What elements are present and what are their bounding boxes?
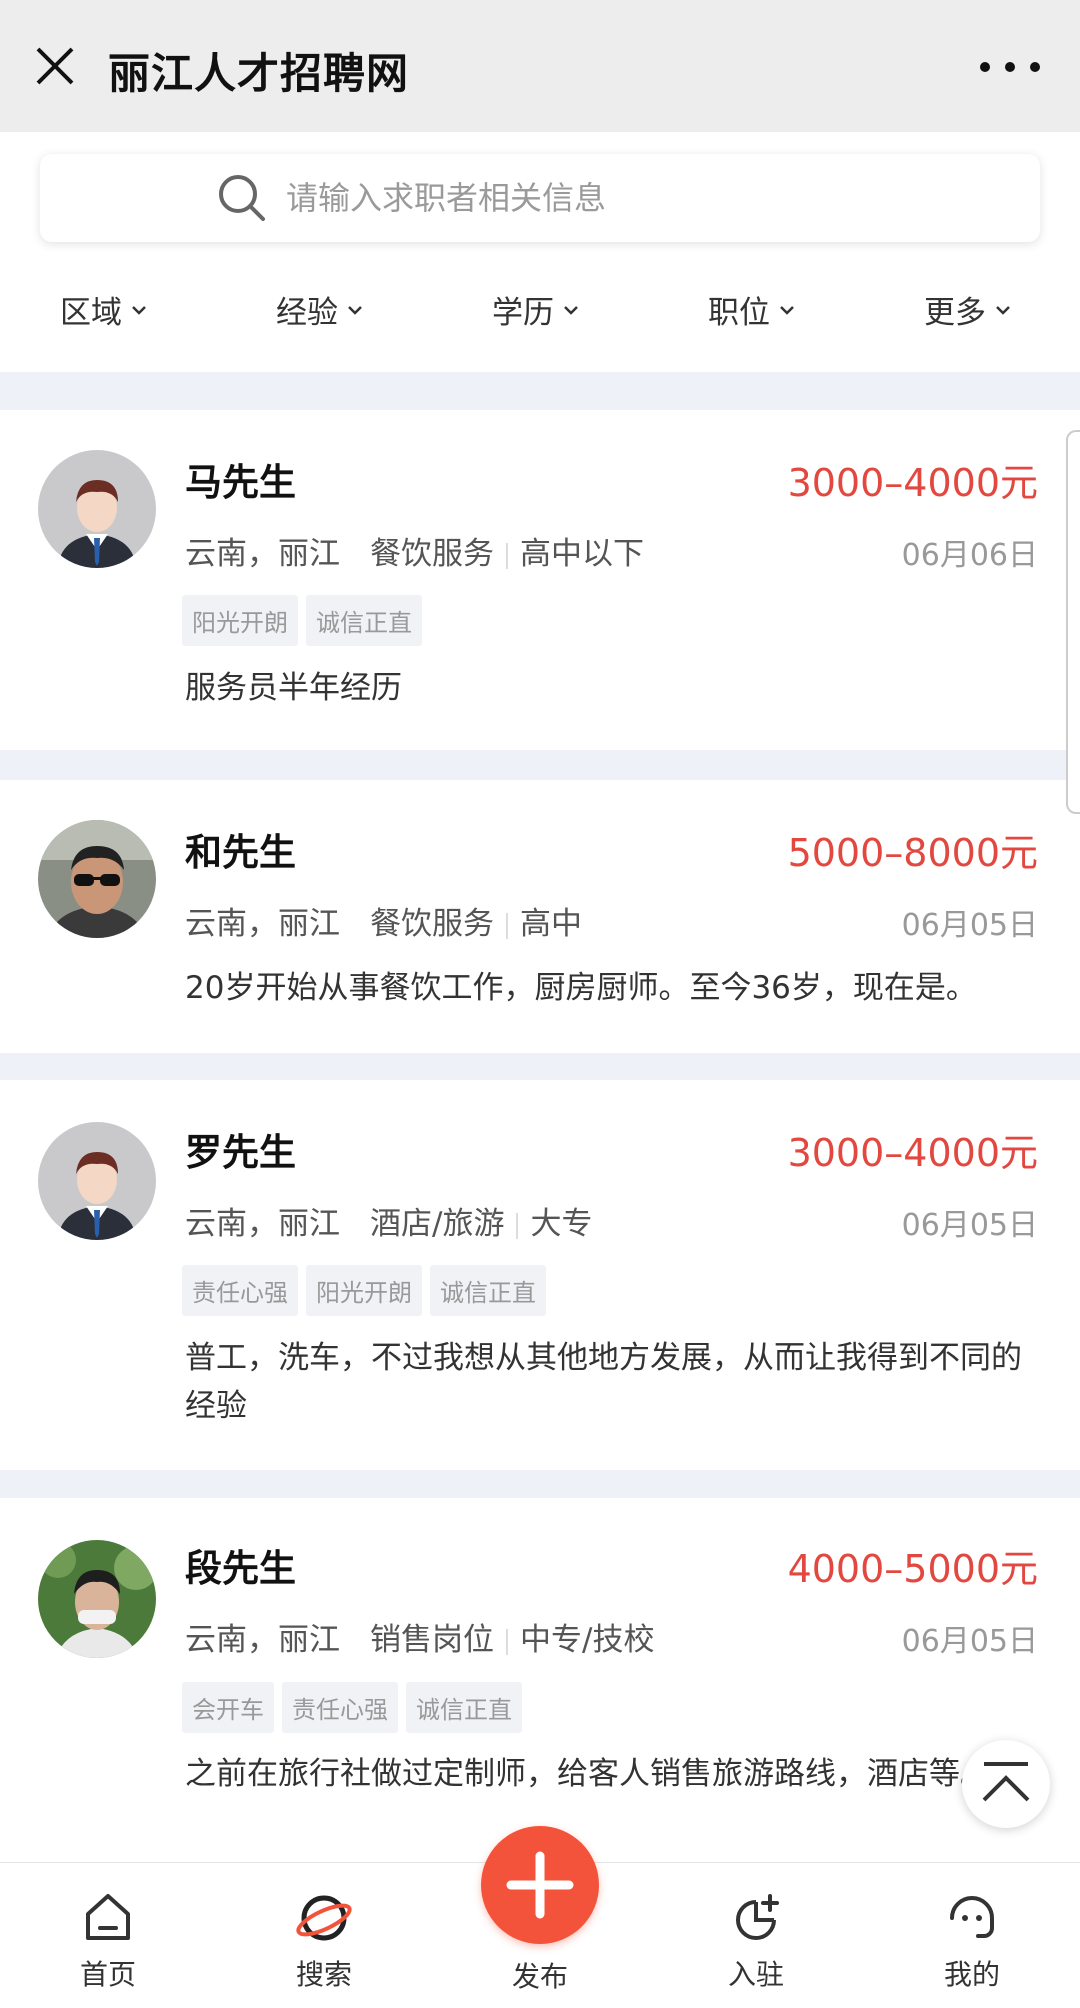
industry: 销售岗位 [370, 1622, 494, 1658]
planet-search-icon [296, 1895, 352, 1941]
cartoon-man-icon [38, 450, 156, 568]
nav-label: 我的 [943, 1958, 1000, 1991]
avatar [38, 820, 156, 938]
filter-more[interactable]: 更多 [924, 287, 1012, 332]
tag: 诚信正直 [430, 1265, 546, 1316]
tag: 责任心强 [182, 1265, 298, 1316]
filter-label: 经验 [276, 295, 338, 331]
avatar [38, 450, 156, 568]
more-menu-icon[interactable] [980, 55, 1040, 79]
filter-label: 区域 [60, 295, 122, 331]
candidate-name: 马先生 [185, 461, 296, 504]
candidate-description: 之前在旅行社做过定制师，给客人销售旅游路线，酒店等。 [185, 1756, 991, 1792]
scroll-indicator[interactable] [1066, 430, 1080, 814]
tag: 阳光开朗 [306, 1265, 422, 1316]
tag: 会开车 [182, 1682, 274, 1733]
nav-label: 搜索 [295, 1958, 352, 1991]
profile-face-icon [950, 1896, 994, 1938]
chevron-down-icon [348, 305, 362, 315]
home-icon [86, 1894, 130, 1940]
salary: 3000–4000元 [787, 1131, 1038, 1175]
candidate-description: 服务员半年经历 [185, 670, 402, 706]
close-icon[interactable] [30, 41, 80, 91]
person-photo-icon [38, 820, 156, 938]
salary: 5000–8000元 [787, 831, 1038, 875]
candidate-card[interactable]: 马先生 3000–4000元 云南，丽江 餐饮服务 高中以下 06月06日 阳光开朗… [0, 410, 1080, 750]
education: 大专 [530, 1206, 593, 1242]
tag: 责任心强 [282, 1682, 398, 1733]
search-box[interactable] [40, 154, 1040, 242]
candidate-meta: 云南，丽江 销售岗位 中专/技校 [185, 1614, 654, 1659]
nav-label: 发布 [511, 1960, 568, 1993]
search-filter-panel: 区域 经验 学历 职位 更多 [0, 132, 1080, 372]
pie-chart-icon [736, 1894, 779, 1940]
plus-icon [506, 1851, 574, 1919]
cartoon-man-icon [38, 1122, 156, 1240]
filter-bar: 区域 经验 学历 职位 更多 [0, 287, 1080, 347]
candidate-name: 段先生 [185, 1547, 296, 1590]
nav-search[interactable]: 搜索 [264, 1863, 384, 2008]
post-date: 06月06日 [901, 538, 1038, 573]
page-title: 丽江人才招聘网 [108, 49, 410, 98]
nav-label: 首页 [79, 1958, 136, 1991]
nav-label: 入驻 [727, 1958, 784, 1991]
avatar [38, 1122, 156, 1240]
tag-list: 会开车 责任心强 诚信正直 [182, 1682, 522, 1733]
tag: 阳光开朗 [182, 595, 298, 646]
tag: 诚信正直 [406, 1682, 522, 1733]
location: 云南，丽江 [185, 1622, 340, 1658]
tag: 诚信正直 [306, 595, 422, 646]
chevron-down-icon [996, 305, 1010, 315]
candidate-card[interactable]: 和先生 5000–8000元 云南，丽江 餐饮服务 高中 06月05日 20岁开始从… [0, 780, 1080, 1053]
candidate-card[interactable]: 罗先生 3000–4000元 云南，丽江 酒店/旅游 大专 06月05日 责任心强 … [0, 1080, 1080, 1470]
salary: 4000–5000元 [787, 1547, 1038, 1591]
filter-region[interactable]: 区域 [60, 287, 148, 332]
candidate-card[interactable]: 段先生 4000–5000元 云南，丽江 销售岗位 中专/技校 06月05日 会开车… [0, 1498, 1080, 1862]
filter-label: 学历 [492, 295, 554, 331]
post-date: 06月05日 [901, 1208, 1038, 1243]
filter-label: 职位 [708, 295, 770, 331]
candidate-name: 和先生 [185, 831, 296, 874]
publish-button[interactable] [481, 1826, 599, 1944]
nav-join[interactable]: 入驻 [696, 1863, 816, 2008]
candidate-name: 罗先生 [185, 1131, 296, 1174]
tag-list: 责任心强 阳光开朗 诚信正直 [182, 1265, 546, 1316]
search-icon [219, 175, 265, 221]
candidate-meta: 云南，丽江 酒店/旅游 大专 [185, 1198, 592, 1243]
nav-mine[interactable]: 我的 [912, 1863, 1032, 2008]
filter-education[interactable]: 学历 [492, 287, 580, 332]
chevron-down-icon [564, 305, 578, 315]
location: 云南，丽江 [185, 1206, 340, 1242]
post-date: 06月05日 [901, 908, 1038, 943]
filter-label: 更多 [924, 295, 986, 331]
search-input[interactable] [286, 154, 986, 242]
education: 高中以下 [520, 536, 644, 572]
avatar [38, 1540, 156, 1658]
filter-position[interactable]: 职位 [708, 287, 796, 332]
chevron-down-icon [132, 305, 146, 315]
candidate-description: 20岁开始从事餐饮工作，厨房厨师。至今36岁，现在是。 [185, 970, 977, 1006]
candidate-meta: 云南，丽江 餐饮服务 高中以下 [185, 528, 644, 573]
salary: 3000–4000元 [787, 461, 1038, 505]
industry: 餐饮服务 [370, 906, 494, 942]
candidate-meta: 云南，丽江 餐饮服务 高中 [185, 898, 582, 943]
nav-home[interactable]: 首页 [48, 1863, 168, 2008]
education: 中专/技校 [520, 1622, 655, 1658]
industry: 餐饮服务 [370, 536, 494, 572]
location: 云南，丽江 [185, 536, 340, 572]
arrow-up-icon [982, 1762, 1030, 1802]
post-date: 06月05日 [901, 1624, 1038, 1659]
chevron-down-icon [780, 305, 794, 315]
person-photo-icon [38, 1540, 156, 1658]
location: 云南，丽江 [185, 906, 340, 942]
candidate-description: 普工，洗车，不过我想从其他地方发展，从而让我得到不同的经验 [185, 1340, 1022, 1424]
education: 高中 [520, 906, 582, 942]
industry: 酒店/旅游 [370, 1206, 505, 1242]
tag-list: 阳光开朗 诚信正直 [182, 595, 422, 646]
back-to-top-button[interactable] [962, 1740, 1050, 1828]
title-bar: 丽江人才招聘网 [0, 0, 1080, 132]
filter-experience[interactable]: 经验 [276, 287, 364, 332]
